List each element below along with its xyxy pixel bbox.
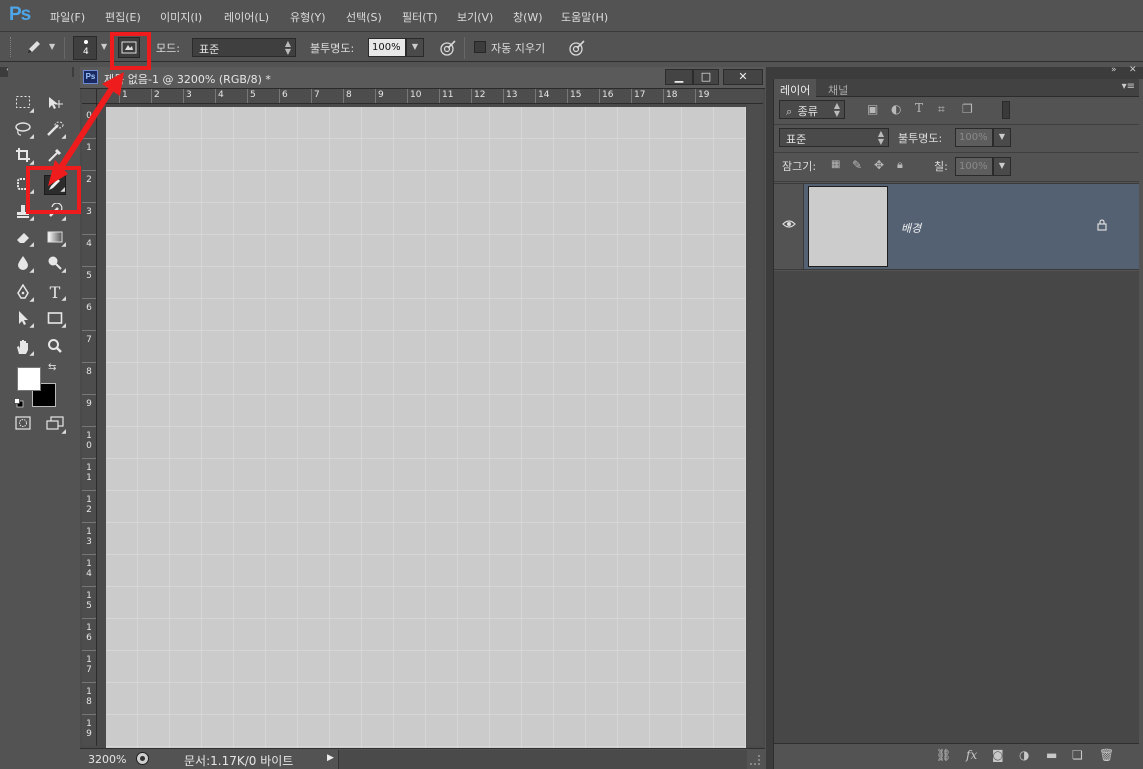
arrow-head [102,72,124,96]
annotation-arrow [48,72,124,186]
ruler-origin[interactable] [82,89,97,104]
